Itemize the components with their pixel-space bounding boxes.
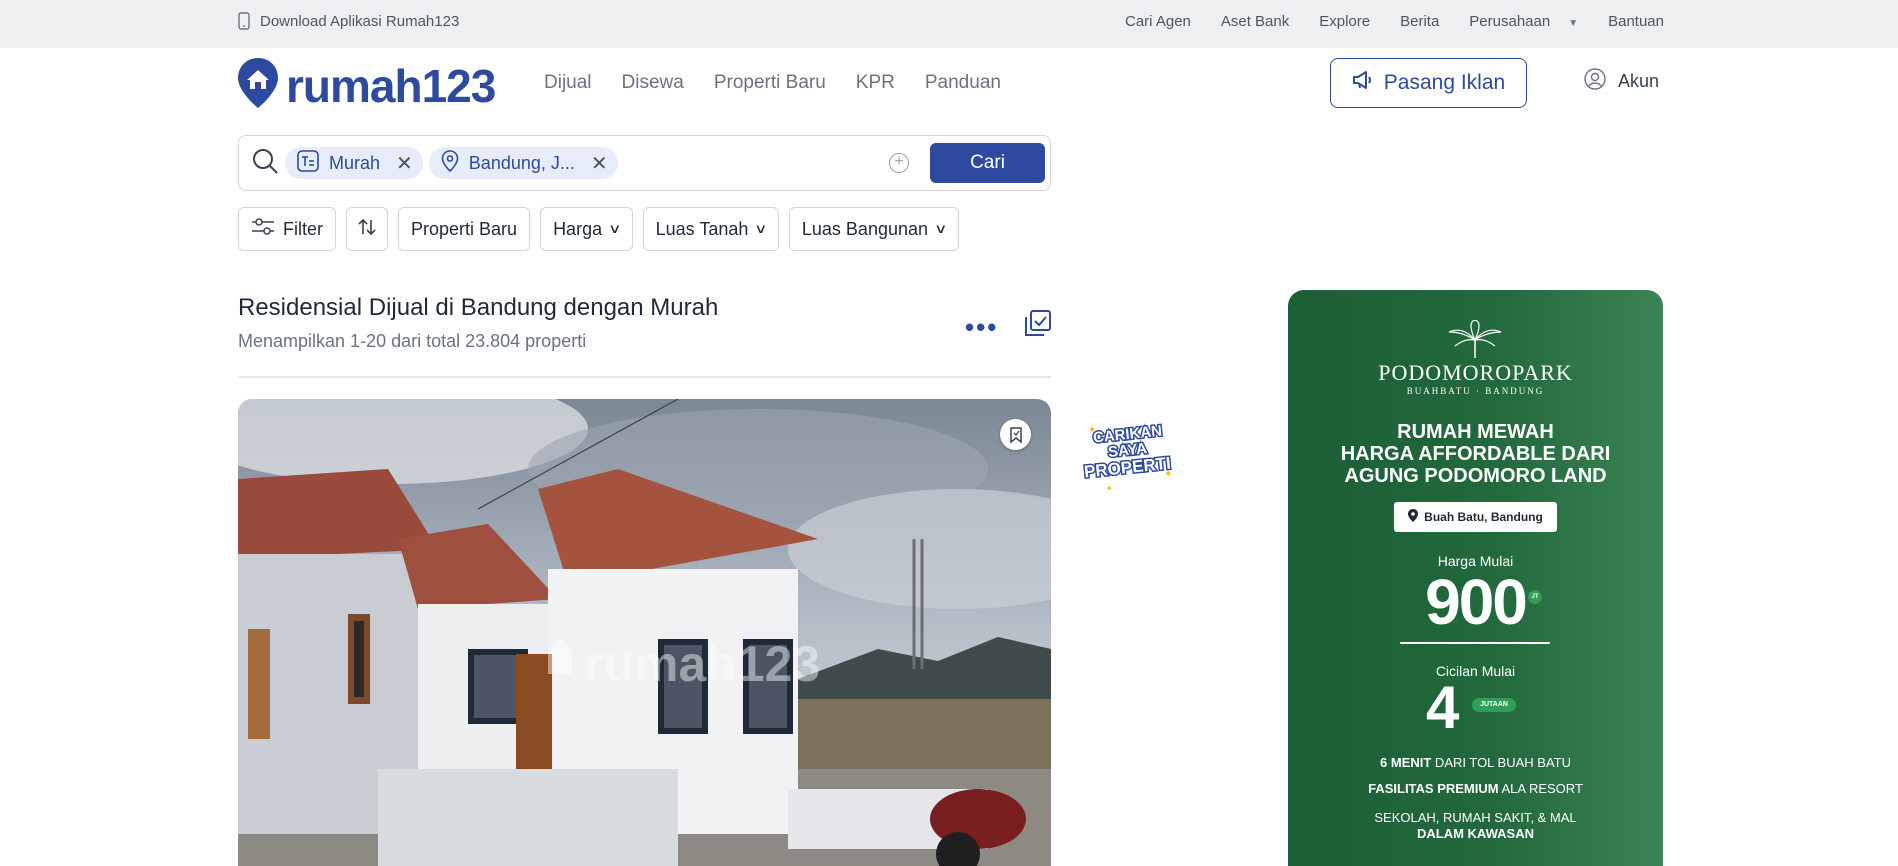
nav-disewa[interactable]: Disewa [622, 72, 684, 94]
luas-tanah-filter[interactable]: Luas Tanah ∨ [642, 207, 779, 251]
ad-headline-line: RUMAH MEWAH [1397, 421, 1554, 443]
location-pin-icon [1408, 509, 1419, 525]
download-app-label: Download Aplikasi Rumah123 [260, 12, 460, 30]
ad-headline: RUMAH MEWAH HARGA AFFORDABLE DARI AGUNG … [1288, 421, 1663, 487]
close-icon[interactable]: ✕ [591, 151, 608, 176]
top-links: Cari Agen Aset Bank Explore Berita Perus… [1125, 13, 1664, 30]
ad-feature-2-rest: ALA RESORT [1498, 781, 1583, 796]
link-cari-agen[interactable]: Cari Agen [1125, 13, 1191, 30]
carikan-properti-sticker[interactable]: CARIKAN SAYA PROPERTI ✦ ✦ ✦ [1078, 413, 1178, 498]
rumah123-logo[interactable]: rumah123 [236, 56, 496, 115]
luas-bangunan-filter[interactable]: Luas Bangunan ∨ [788, 207, 959, 251]
search-bar[interactable]: Murah ✕ Bandung, J... ✕ + Cari [238, 135, 1051, 191]
palm-logo-icon [1448, 320, 1502, 358]
ad-feature-4: DALAM KAWASAN [1417, 826, 1534, 841]
ad-feature-2-bold: FASILITAS PREMIUM [1368, 781, 1499, 796]
chevron-down-icon: ∨ [608, 221, 622, 236]
filter-label: Filter [283, 218, 323, 239]
ad-cicilan-value: 4 [1426, 674, 1460, 741]
result-count: Menampilkan 1-20 dari total 23.804 prope… [238, 331, 587, 351]
cari-button[interactable]: Cari [930, 143, 1045, 183]
sticker-line-3: PROPERTI [1083, 454, 1171, 482]
ad-harga-value: 900 [1425, 566, 1528, 638]
caret-down-icon: ▼ [1568, 18, 1579, 29]
house-pin-icon [236, 56, 280, 115]
nav-panduan[interactable]: Panduan [925, 72, 1001, 94]
pasang-iklan-label: Pasang Iklan [1383, 71, 1506, 94]
ad-location-label: Buah Batu, Bandung [1424, 510, 1543, 524]
ad-brand-sub: BUAHBATU · BANDUNG [1406, 386, 1545, 396]
sort-icon [358, 218, 376, 241]
ad-feature-1-bold: 6 MENIT [1380, 755, 1432, 770]
logo-text: rumah123 [286, 59, 496, 112]
ad-feature-1-rest: DARI TOL BUAH BATU [1431, 755, 1571, 770]
akun-label: Akun [1618, 71, 1660, 91]
divider [238, 376, 1051, 378]
ad-location-badge: Buah Batu, Bandung [1394, 502, 1557, 532]
luas-tanah-label: Luas Tanah [655, 218, 749, 239]
user-icon [1584, 68, 1606, 95]
page-title: Residensial Dijual di Bandung dengan Mur… [238, 294, 719, 321]
link-perusahaan-label: Perusahaan [1469, 13, 1551, 30]
ad-cicilan-unit: JUTAAN [1472, 698, 1516, 712]
chevron-down-icon: ∨ [754, 221, 768, 236]
properti-baru-label: Properti Baru [411, 218, 518, 239]
ad-headline-line: HARGA AFFORDABLE DARI [1340, 443, 1611, 465]
main-nav: Dijual Disewa Properti Baru KPR Panduan [544, 72, 1001, 94]
close-icon[interactable]: ✕ [396, 151, 413, 176]
ad-feature-1: 6 MENIT DARI TOL BUAH BATU [1288, 755, 1663, 770]
location-pin-icon [441, 149, 459, 177]
search-icon [251, 147, 279, 180]
search-chip-keyword[interactable]: Murah ✕ [285, 147, 423, 179]
watermark-text: rumah123 [584, 636, 820, 692]
chip-location-label: Bandung, J... [468, 152, 575, 173]
compare-icon[interactable] [1024, 309, 1052, 342]
ad-divider [1400, 642, 1550, 644]
properti-baru-filter[interactable]: Properti Baru [398, 207, 531, 251]
keyword-icon [297, 149, 319, 177]
download-app-link[interactable]: Download Aplikasi Rumah123 [238, 12, 459, 30]
nav-properti-baru[interactable]: Properti Baru [714, 72, 826, 94]
filter-row: Filter Properti Baru Harga ∨ Luas Tanah … [238, 207, 959, 251]
harga-filter[interactable]: Harga ∨ [540, 207, 633, 251]
search-chip-location[interactable]: Bandung, J... ✕ [428, 147, 618, 179]
nav-dijual[interactable]: Dijual [544, 72, 592, 94]
ad-headline-line: AGUNG PODOMORO LAND [1344, 465, 1607, 487]
top-utility-bar: Download Aplikasi Rumah123 Cari Agen Ase… [0, 0, 1898, 48]
phone-icon [238, 12, 250, 30]
svg-text:✦: ✦ [1088, 425, 1096, 436]
link-berita[interactable]: Berita [1400, 13, 1439, 30]
link-perusahaan[interactable]: Perusahaan ▼ [1469, 13, 1578, 30]
ad-harga-unit: JT [1528, 590, 1542, 604]
link-bantuan[interactable]: Bantuan [1608, 13, 1664, 30]
pasang-iklan-button[interactable]: Pasang Iklan [1330, 58, 1527, 108]
ad-feature-3: SEKOLAH, RUMAH SAKIT, & MAL [1374, 810, 1577, 825]
bookmark-icon[interactable] [1000, 419, 1031, 450]
property-card-image[interactable]: rumah123 [238, 399, 1051, 866]
sort-button[interactable] [346, 207, 388, 251]
chevron-down-icon: ∨ [934, 221, 948, 236]
ad-brand: PODOMOROPARK [1378, 360, 1573, 385]
filter-button[interactable]: Filter [238, 207, 336, 251]
akun-menu[interactable]: Akun [1584, 68, 1659, 95]
luas-bangunan-label: Luas Bangunan [801, 218, 929, 239]
svg-text:✦: ✦ [1164, 469, 1172, 480]
link-explore[interactable]: Explore [1319, 13, 1370, 30]
chip-keyword-label: Murah [329, 152, 381, 173]
harga-label: Harga [553, 218, 603, 239]
svg-text:✦: ✦ [1106, 484, 1113, 493]
ad-banner[interactable]: PODOMOROPARK BUAHBATU · BANDUNG RUMAH ME… [1288, 290, 1663, 866]
nav-kpr[interactable]: KPR [856, 72, 895, 94]
megaphone-icon [1352, 70, 1374, 96]
link-aset-bank[interactable]: Aset Bank [1221, 13, 1289, 30]
ad-feature-2: FASILITAS PREMIUM ALA RESORT [1288, 781, 1663, 796]
more-options-icon[interactable]: ••• [965, 312, 998, 343]
ad-cicilan-label: Cicilan Mulai [1435, 663, 1516, 679]
add-location-icon[interactable]: + [889, 153, 909, 173]
sliders-icon [251, 217, 275, 242]
